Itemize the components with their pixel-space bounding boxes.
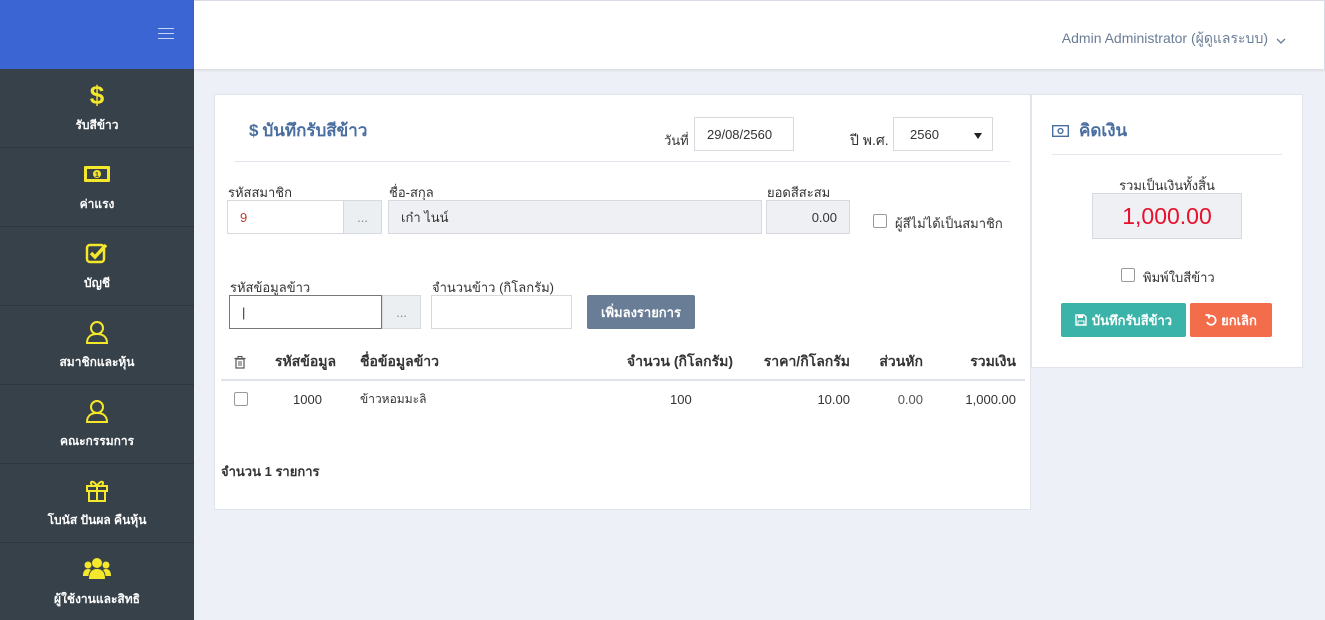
item-count: จำนวน 1 รายการ [221,464,320,479]
sidebar-item-label: บัญชี [84,275,110,290]
sidebar-item-label: ผู้ใช้งานและสิทธิ [54,592,140,606]
member-lookup-button[interactable]: ... [343,200,382,234]
row-price: 10.00 [817,391,850,407]
row-code: 1000 [293,391,322,407]
trash-icon[interactable] [234,345,246,379]
sidebar-item-rice-milling[interactable]: $ รับสีข้าว [0,69,194,148]
accum-field: 0.00 [766,200,850,234]
money-bill-icon [1052,124,1069,137]
row-deduct: 0.00 [897,391,923,407]
sidebar: $ รับสีข้าว 1 ค่าแรง บัญชี สมาชิกและหุ้น… [0,0,194,620]
sidebar-item-label: ค่าแรง [79,196,115,211]
sidebar-item-label: สมาชิกและหุ้น [59,354,135,369]
money-bill-icon: 1 [83,161,111,187]
rice-lookup-button[interactable]: ... [382,295,421,329]
rice-code-input[interactable]: | [229,295,382,329]
sidebar-item-bonus-dividend[interactable]: โบนัส ปันผล คืนหุ้น [0,464,194,543]
rice-qty-input[interactable] [431,295,572,329]
gift-icon [84,477,110,503]
col-header-deduct: ส่วนหัก [879,353,923,369]
sidebar-item-label: โบนัส ปันผล คืนหุ้น [47,512,147,527]
non-member-checkbox[interactable] [873,214,887,228]
row-qty: 100 [670,391,692,407]
row-total: 1,000.00 [965,391,1016,407]
user-outline-icon [84,319,110,345]
sidebar-item-wages[interactable]: 1 ค่าแรง [0,148,194,227]
year-label: ปี พ.ศ. [850,132,889,148]
row-name: ข้าวหอมมะลิ [360,391,427,406]
save-button[interactable]: บันทึกรับสีข้าว [1061,303,1186,337]
sidebar-item-accounting[interactable]: บัญชี [0,227,194,306]
sidebar-item-label: คณะกรรมการ [59,433,135,448]
dollar-icon: $ [90,82,104,108]
year-select[interactable]: 2560 [893,117,993,151]
table-row: 1000 ข้าวหอมมะลิ 100 10.00 0.00 1,000.00 [221,381,1025,417]
non-member-label: ผู้สีไม่ได้เป็นสมาชิก [895,216,1003,231]
print-receipt-label: พิมพ์ใบสีข้าว [1143,270,1215,285]
form-title: $ บันทึกรับสีข้าว [249,121,368,140]
col-header-name: ชื่อข้อมูลข้าว [360,353,439,369]
menu-toggle-icon[interactable] [158,28,174,40]
total-amount: 1,000.00 [1092,193,1242,239]
payment-title: คิดเงิน [1052,117,1127,144]
caret-down-icon [974,127,982,142]
sidebar-item-label: รับสีข้าว [75,117,119,132]
user-outline-icon [84,398,110,424]
top-navbar: Admin Administrator (ผู้ดูแลระบบ) [194,0,1325,69]
check-square-icon [85,240,109,266]
print-receipt-checkbox[interactable] [1121,268,1135,282]
cancel-button[interactable]: ยกเลิก [1190,303,1272,337]
svg-text:1: 1 [95,172,99,179]
col-header-qty: จำนวน (กิโลกรัม) [626,353,733,369]
svg-text:$: $ [90,82,104,108]
user-name: Admin Administrator (ผู้ดูแลระบบ) [1061,30,1268,46]
row-select-checkbox[interactable] [234,392,248,406]
col-header-total: รวมเงิน [970,353,1016,369]
sidebar-item-members-shares[interactable]: สมาชิกและหุ้น [0,306,194,385]
member-code-input[interactable]: 9 [227,200,344,234]
users-icon [83,556,111,582]
col-header-code: รหัสข้อมูล [275,353,337,369]
undo-icon [1205,314,1217,326]
sidebar-item-committee[interactable]: คณะกรรมการ [0,385,194,464]
payment-divider [1052,154,1282,155]
form-divider [234,161,1010,162]
brand-bar [0,0,194,69]
table-header-row: รหัสข้อมูล ชื่อข้อมูลข้าว จำนวน (กิโลกรั… [221,345,1025,381]
sidebar-item-users-permissions[interactable]: ผู้ใช้งานและสิทธิ [0,543,194,620]
add-to-list-button[interactable]: เพิ่มลงรายการ [587,295,695,329]
dollar-icon: $ [249,121,259,140]
date-input[interactable]: 29/08/2560 [694,117,794,151]
user-menu[interactable]: Admin Administrator (ผู้ดูแลระบบ) [1062,28,1286,50]
floppy-disk-icon [1075,314,1087,326]
year-select-value: 2560 [910,126,939,142]
chevron-down-icon [1276,31,1286,47]
date-label: วันที่ [664,133,689,148]
rice-items-table: รหัสข้อมูล ชื่อข้อมูลข้าว จำนวน (กิโลกรั… [221,345,1025,417]
col-header-price: ราคา/กิโลกรัม [763,353,850,369]
member-name-field: เก๋า ไนน์ [388,200,762,234]
